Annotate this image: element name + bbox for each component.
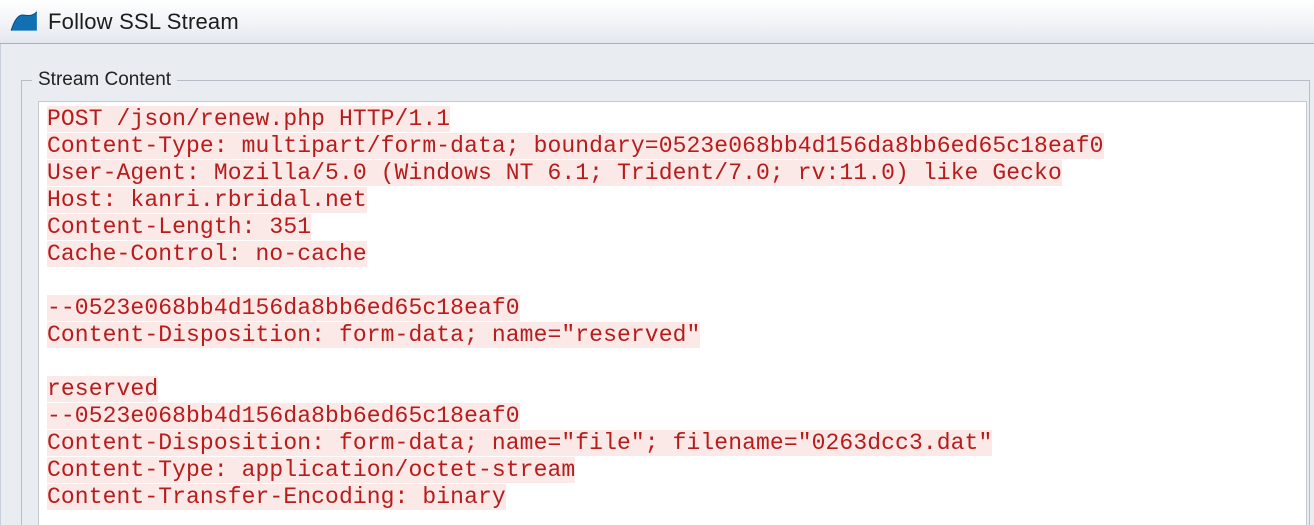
window-title-bar[interactable]: Follow SSL Stream [0, 0, 1314, 44]
stream-line[interactable]: Host: kanri.rbridal.net [47, 187, 367, 213]
stream-raw-text[interactable]: POST /json/renew.php HTTP/1.1 Content-Ty… [47, 106, 1300, 511]
left-gutter [1, 44, 21, 525]
wireshark-fin-icon [10, 10, 38, 34]
stream-line[interactable]: Content-Disposition: form-data; name="re… [47, 322, 700, 348]
stream-line[interactable]: Content-Disposition: form-data; name="fi… [47, 430, 992, 456]
stream-content-panel[interactable]: POST /json/renew.php HTTP/1.1 Content-Ty… [38, 101, 1307, 525]
stream-content-groupbox: Stream Content POST /json/renew.php HTTP… [21, 80, 1310, 525]
stream-line[interactable]: Cache-Control: no-cache [47, 241, 367, 267]
dialog-client-area: Stream Content POST /json/renew.php HTTP… [0, 44, 1314, 525]
groupbox-legend: Stream Content [32, 69, 177, 91]
window-title: Follow SSL Stream [48, 9, 239, 35]
stream-line[interactable]: POST /json/renew.php HTTP/1.1 [47, 106, 450, 132]
stream-line[interactable]: User-Agent: Mozilla/5.0 (Windows NT 6.1;… [47, 160, 1062, 186]
stream-line[interactable]: --0523e068bb4d156da8bb6ed65c18eaf0 [47, 403, 520, 429]
stream-line[interactable]: Content-Type: application/octet-stream [47, 457, 575, 483]
stream-line[interactable]: --0523e068bb4d156da8bb6ed65c18eaf0 [47, 295, 520, 321]
stream-line[interactable]: Content-Type: multipart/form-data; bound… [47, 133, 1104, 159]
stream-line[interactable]: Content-Transfer-Encoding: binary [47, 484, 506, 510]
stream-line[interactable]: reserved [47, 376, 158, 402]
stream-line[interactable]: Content-Length: 351 [47, 214, 311, 240]
